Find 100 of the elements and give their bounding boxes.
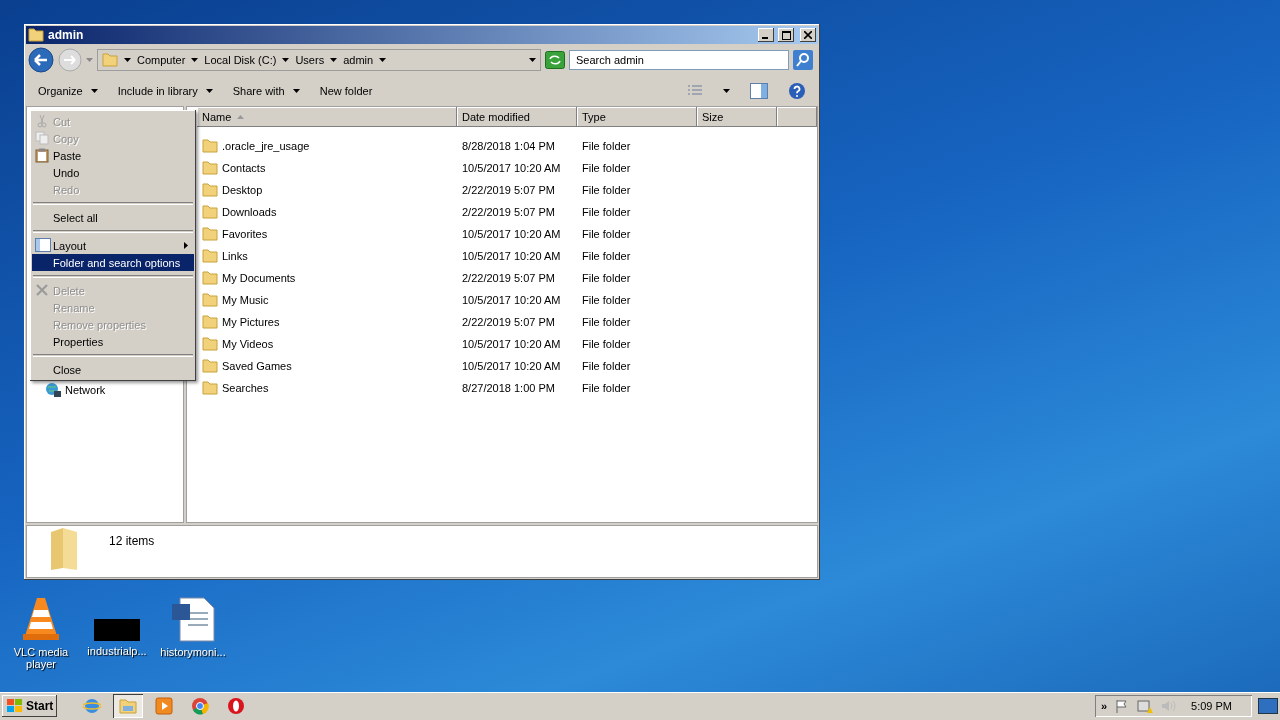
caret-icon [379,58,387,62]
menu-item[interactable]: Close [32,361,194,378]
menu-item[interactable]: Select all [32,209,194,226]
desktop-icon-label[interactable]: VLC media player [6,646,76,670]
table-cell-text: File folder [581,228,632,240]
folder-icon [202,139,218,153]
toolbar-button[interactable]: Include in library [117,85,213,97]
tray-chevron[interactable]: » [1100,700,1108,712]
minimize-button[interactable] [758,28,774,42]
column-header[interactable]: Date modified [457,107,577,127]
table-cell-text: 2/22/2019 5:07 PM [461,272,556,284]
folder-icon [202,337,218,351]
menu-item[interactable]: Layout [32,237,194,254]
menu-item[interactable]: Paste [32,147,194,164]
table-cell-text: File folder [581,272,632,284]
thumbnail-icon [94,619,140,641]
menu-item[interactable]: Undo [32,164,194,181]
caret-icon [529,58,536,62]
folder-icon [202,183,218,197]
column-header[interactable]: Type [577,107,697,127]
windows-logo-icon [6,698,24,714]
toolbar-button[interactable]: New folder [319,85,373,97]
table-cell-text: File folder [581,294,632,306]
folder-icon [202,205,218,219]
table-cell-text: 8/28/2018 1:04 PM [461,140,556,152]
start-button[interactable]: Start [2,695,58,717]
caret-icon [191,58,199,62]
document-icon [170,596,216,642]
file-name[interactable]: My Pictures [222,316,280,328]
breadcrumb[interactable]: admin [343,54,374,66]
table-cell-text: 2/22/2019 5:07 PM [461,206,556,218]
file-name[interactable]: Links [222,250,248,262]
address-bar[interactable]: Computer Local Disk (C:) Users admin [97,49,541,71]
folder-icon [202,271,218,285]
table-cell-text: 10/5/2017 10:20 AM [461,162,562,174]
file-name[interactable]: Downloads [222,206,277,218]
file-name[interactable]: Desktop [222,184,263,196]
file-name[interactable]: Saved Games [222,360,292,372]
window-title: admin [48,28,85,42]
table-cell-text: 2/22/2019 5:07 PM [461,184,556,196]
file-name[interactable]: My Music [222,294,269,306]
table-cell-text: File folder [581,338,632,350]
table-cell-text: 10/5/2017 10:20 AM [461,294,562,306]
table-cell-text: 10/5/2017 10:20 AM [461,250,562,262]
file-name[interactable]: My Documents [222,272,296,284]
desktop-icon-label[interactable]: historymoni... [160,646,226,658]
caret-icon [292,89,300,93]
folder-icon [202,161,218,175]
table-cell-text: File folder [581,250,632,262]
nav-item[interactable]: Network [65,384,106,396]
table-cell-text: File folder [581,360,632,372]
table-cell-text: 10/5/2017 10:20 AM [461,228,562,240]
file-name[interactable]: Searches [222,382,269,394]
toolbar-button[interactable]: Share with [232,85,300,97]
folder-icon [119,698,138,714]
breadcrumb[interactable]: Users [295,54,325,66]
layout-icon [35,238,51,252]
scissors-icon [35,114,49,128]
folder-icon [202,359,218,373]
file-name[interactable]: .oracle_jre_usage [222,140,310,152]
back-button[interactable] [28,47,54,73]
menu-item[interactable]: Properties [32,333,194,350]
search-field[interactable]: Search admin [569,50,789,70]
caret-icon [90,89,98,93]
column-header[interactable]: Name [197,107,457,127]
folder-icon [102,53,118,67]
close-button[interactable] [800,28,816,42]
opera-icon [227,697,246,715]
file-name[interactable]: My Videos [222,338,274,350]
toolbar-button[interactable]: Organize [38,85,98,97]
maximize-button[interactable] [778,28,794,42]
desktop-icon-label[interactable]: industrialp... [87,645,147,657]
search-icon[interactable] [793,50,813,70]
preview-pane-icon[interactable] [750,83,768,99]
maximize-icon [781,30,791,40]
help-icon[interactable] [788,82,806,100]
clock[interactable]: 5:09 PM [1191,700,1232,712]
table-cell-text: File folder [581,382,632,394]
show-desktop-icon[interactable] [1258,698,1278,714]
table-cell-text: 2/22/2019 5:07 PM [461,316,556,328]
flag-icon[interactable] [1115,699,1130,713]
column-header[interactable]: Size [697,107,777,127]
file-name[interactable]: Favorites [222,228,268,240]
caret-icon [205,89,213,93]
chrome-icon [191,697,210,715]
refresh-button[interactable] [545,51,565,69]
file-name[interactable]: Contacts [222,162,266,174]
close-icon [804,31,812,39]
taskbar-app-button[interactable] [113,694,144,718]
folder-icon [202,227,218,241]
table-cell-text: 10/5/2017 10:20 AM [461,360,562,372]
sort-arrow-icon [237,115,245,119]
breadcrumb[interactable]: Local Disk (C:) [204,54,277,66]
network-warning-icon[interactable] [1137,698,1154,714]
breadcrumb[interactable]: Computer [137,54,186,66]
folder-icon [202,293,218,307]
caret-icon [723,89,730,93]
table-cell-text: File folder [581,184,632,196]
item-count: 12 items [109,533,155,550]
menu-item[interactable]: Folder and search options [32,254,194,271]
